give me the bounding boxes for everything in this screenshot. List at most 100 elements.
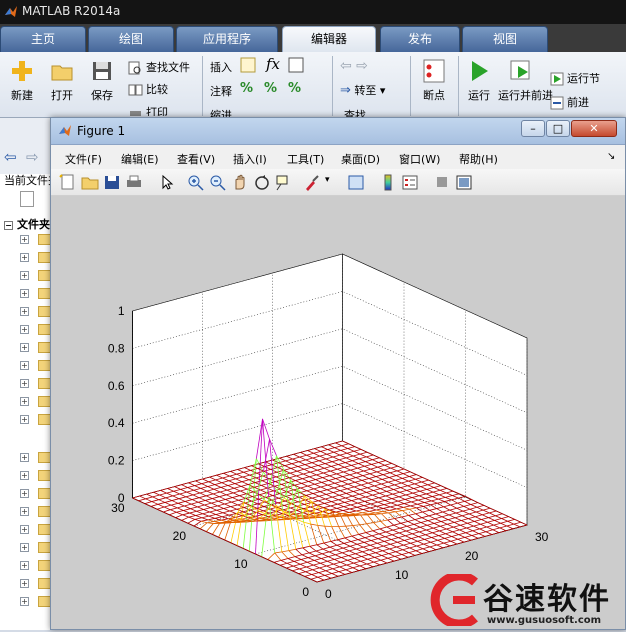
expand-icon[interactable]: + [20, 525, 29, 534]
expand-icon[interactable]: + [20, 343, 29, 352]
menu-insert[interactable]: 插入(I) [233, 151, 267, 167]
find-files-button[interactable]: 查找文件 [128, 59, 190, 76]
insert-button[interactable]: 插入 [210, 59, 232, 75]
percent-comment-icon[interactable]: % [240, 81, 253, 96]
zoom-in-icon[interactable] [187, 174, 205, 191]
menu-view[interactable]: 查看(V) [177, 151, 215, 167]
legend-icon[interactable] [401, 174, 419, 191]
expand-icon[interactable]: + [20, 507, 29, 516]
x-tick-label: 30 [535, 530, 549, 544]
save-icon [89, 58, 115, 84]
breakpoints-button[interactable]: 断点 [416, 58, 452, 103]
open-file-icon[interactable] [81, 174, 99, 191]
fx-icon[interactable]: fx [266, 55, 280, 73]
save-label: 保存 [91, 89, 113, 102]
brush-dropdown-icon[interactable]: ▾ [325, 175, 330, 185]
menu-help[interactable]: 帮助(H) [459, 151, 498, 167]
advance-button[interactable]: 前进 [550, 94, 589, 110]
folder-header-label: 文件夹 [17, 218, 50, 231]
hide-plot-tools-icon[interactable] [433, 174, 451, 191]
expand-icon[interactable]: + [20, 271, 29, 280]
goto-label: 转至 [354, 84, 376, 97]
back-arrow-icon[interactable]: ⇦ ⇨ [340, 58, 368, 74]
save-button[interactable]: 保存 [86, 58, 118, 103]
watermark: 谷速软件 www.gusuosoft.com [425, 570, 626, 630]
tab-apps[interactable]: 应用程序 [176, 26, 278, 52]
advance-icon [550, 96, 564, 110]
rotate-3d-icon[interactable] [253, 174, 271, 191]
wrap-comment-icon[interactable]: % [288, 81, 301, 96]
close-button[interactable]: ✕ [571, 120, 617, 137]
goto-button[interactable]: ⇒ 转至 ▾ [340, 82, 385, 98]
nav-toolbar: ⇦ ⇨ [0, 118, 52, 174]
expand-icon[interactable]: + [20, 471, 29, 480]
app-title: MATLAB R2014a [22, 4, 120, 18]
pointer-icon[interactable] [157, 174, 175, 191]
indent-button[interactable]: 缩进 [210, 107, 232, 117]
expand-icon[interactable]: + [20, 579, 29, 588]
brush-icon[interactable] [303, 174, 321, 191]
run-section-button[interactable]: 运行节 [550, 70, 600, 86]
expand-icon[interactable]: + [20, 415, 29, 424]
plot-area[interactable]: 00.20.40.60.8101020300102030 [51, 196, 625, 629]
expand-icon[interactable]: + [20, 597, 29, 606]
run-section-label: 运行节 [567, 72, 600, 85]
expand-icon[interactable]: + [20, 453, 29, 462]
folder-open-icon [49, 58, 75, 84]
pan-hand-icon[interactable] [231, 174, 249, 191]
back-nav-icon[interactable]: ⇦ [4, 148, 17, 166]
zoom-out-icon[interactable] [209, 174, 227, 191]
forward-nav-icon[interactable]: ⇨ [26, 148, 39, 166]
breakpoints-icon [422, 58, 446, 84]
run-advance-button[interactable]: 运行并前进 [502, 58, 540, 103]
tab-publish[interactable]: 发布 [380, 26, 460, 52]
menu-desktop[interactable]: 桌面(D) [341, 151, 380, 167]
expand-icon[interactable]: + [20, 561, 29, 570]
expand-icon[interactable]: + [20, 543, 29, 552]
dock-arrow-icon[interactable]: ↘ [607, 151, 615, 162]
tab-plots[interactable]: 绘图 [88, 26, 174, 52]
run-section-icon [550, 72, 564, 86]
colorbar-icon[interactable] [379, 174, 397, 191]
y-tick-label: 10 [234, 557, 248, 571]
data-cursor-icon[interactable] [275, 174, 293, 191]
expand-icon[interactable]: + [20, 361, 29, 370]
menu-window[interactable]: 窗口(W) [399, 151, 440, 167]
link-plot-icon[interactable] [347, 174, 365, 191]
insert-code-icon[interactable] [240, 57, 256, 76]
print-figure-icon[interactable] [125, 174, 143, 191]
expand-icon[interactable]: + [20, 489, 29, 498]
find-button[interactable]: 查找 [344, 107, 366, 117]
matlab-logo-icon [4, 5, 18, 19]
expand-icon[interactable]: + [20, 307, 29, 316]
insert-fx-icon[interactable] [288, 57, 304, 76]
compare-button[interactable]: 比较 [128, 81, 168, 98]
run-button[interactable]: 运行 [464, 58, 494, 103]
surface-plot[interactable]: 00.20.40.60.8101020300102030 [51, 196, 625, 629]
tab-view[interactable]: 视图 [462, 26, 548, 52]
uncomment-icon[interactable]: % [264, 81, 277, 96]
tab-editor[interactable]: 编辑器 [282, 26, 376, 52]
expand-icon[interactable]: + [20, 235, 29, 244]
open-button[interactable]: 打开 [46, 58, 78, 103]
minimize-button[interactable]: – [521, 120, 545, 137]
show-plot-tools-icon[interactable] [455, 174, 473, 191]
current-folder-pane: ⇦ ⇨ 当前文件夹 −文件夹 ++++++++++++++++++++ [0, 118, 52, 630]
menu-file[interactable]: 文件(F) [65, 151, 102, 167]
expand-icon[interactable]: + [20, 325, 29, 334]
menu-edit[interactable]: 编辑(E) [121, 151, 159, 167]
expand-icon[interactable]: + [20, 379, 29, 388]
collapse-icon[interactable]: − [4, 221, 13, 230]
new-figure-icon[interactable] [59, 174, 77, 191]
expand-icon[interactable]: + [20, 397, 29, 406]
menu-tools[interactable]: 工具(T) [287, 151, 324, 167]
tab-home[interactable]: 主页 [0, 26, 86, 52]
print-button[interactable]: 打印 [128, 104, 168, 116]
expand-icon[interactable]: + [20, 289, 29, 298]
save-figure-icon[interactable] [103, 174, 121, 191]
expand-icon[interactable]: + [20, 253, 29, 262]
maximize-button[interactable]: □ [546, 120, 570, 137]
print-icon [128, 106, 143, 117]
new-button[interactable]: 新建 [6, 58, 38, 103]
comment-button[interactable]: 注释 [210, 83, 232, 99]
